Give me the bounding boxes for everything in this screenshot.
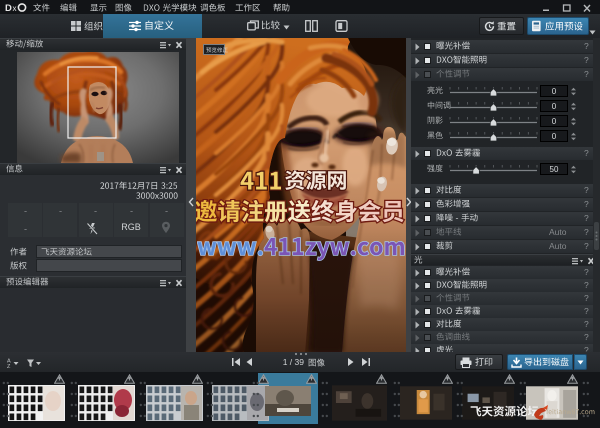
svg-text:D: D <box>5 3 12 13</box>
svg-text:x: x <box>13 4 17 13</box>
svg-text:Z: Z <box>7 364 11 369</box>
